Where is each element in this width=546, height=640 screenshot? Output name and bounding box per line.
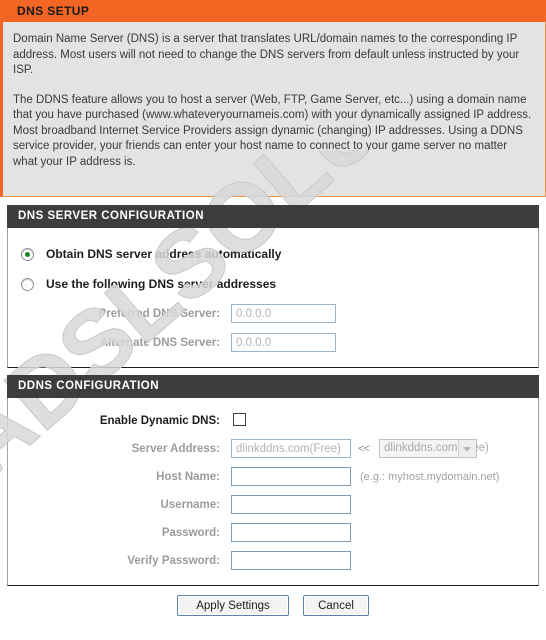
page-title: DNS SETUP xyxy=(17,4,90,18)
radio-row-obtain-automatically[interactable]: Obtain DNS server address automatically xyxy=(8,246,540,264)
chevron-down-icon xyxy=(458,440,476,457)
server-address-label: Server Address: xyxy=(131,443,220,455)
username-label: Username: xyxy=(160,499,220,511)
radio-obtain-dns-automatically[interactable] xyxy=(21,248,34,261)
preferred-dns-input[interactable] xyxy=(231,304,336,323)
dns-server-configuration-body: Obtain DNS server address automatically … xyxy=(7,228,539,368)
form-row-host-name: Host Name: (e.g.: myhost.mydomain.net) xyxy=(8,467,540,489)
form-row-verify-password: Verify Password: xyxy=(8,551,540,573)
form-row-server-address: Server Address: << dlinkddns.com(Free) xyxy=(8,439,540,461)
footer-actions: Apply Settings Cancel xyxy=(0,586,546,640)
password-label: Password: xyxy=(161,527,220,539)
radio-use-following-dns-addresses-label: Use the following DNS server addresses xyxy=(46,277,277,291)
enable-dynamic-dns-label: Enable Dynamic DNS: xyxy=(99,415,220,427)
apply-settings-button[interactable]: Apply Settings xyxy=(177,595,289,616)
radio-row-use-following[interactable]: Use the following DNS server addresses xyxy=(8,276,540,294)
host-name-input[interactable] xyxy=(231,467,351,486)
form-row-username: Username: xyxy=(8,495,540,517)
page-header-bar: DNS SETUP xyxy=(0,0,546,22)
description-paragraph-1: Domain Name Server (DNS) is a server tha… xyxy=(13,33,520,76)
host-name-hint: (e.g.: myhost.mydomain.net) xyxy=(360,471,500,483)
dns-server-configuration-title: DNS SERVER CONFIGURATION xyxy=(18,210,205,222)
verify-password-label: Verify Password: xyxy=(127,555,220,567)
radio-obtain-dns-automatically-label: Obtain DNS server address automatically xyxy=(46,247,282,261)
server-address-input[interactable] xyxy=(231,439,351,458)
form-row-enable-dynamic-dns: Enable Dynamic DNS: xyxy=(8,411,540,433)
radio-use-following-dns-addresses[interactable] xyxy=(21,278,34,291)
dns-setup-page: ADSLSOLUTIONS DNS SETUP Domain Name Serv… xyxy=(0,0,546,640)
alternate-dns-input[interactable] xyxy=(231,333,336,352)
description-panel: Domain Name Server (DNS) is a server tha… xyxy=(0,22,546,197)
server-address-select[interactable]: dlinkddns.com(Free) xyxy=(379,439,489,458)
form-row-preferred-dns: Preferred DNS Server: xyxy=(8,304,540,326)
cancel-button[interactable]: Cancel xyxy=(303,595,369,616)
alternate-dns-label: Alternate DNS Server: xyxy=(99,337,220,349)
server-address-copy-arrows[interactable]: << xyxy=(358,443,370,455)
ddns-configuration-header: DDNS CONFIGURATION xyxy=(7,375,539,398)
host-name-label: Host Name: xyxy=(156,471,220,483)
username-input[interactable] xyxy=(231,495,351,514)
password-input[interactable] xyxy=(231,523,351,542)
dns-server-configuration-header: DNS SERVER CONFIGURATION xyxy=(7,205,539,228)
ddns-configuration-body: Enable Dynamic DNS: Server Address: << d… xyxy=(7,398,539,586)
preferred-dns-label: Preferred DNS Server: xyxy=(98,308,220,320)
form-row-alternate-dns: Alternate DNS Server: xyxy=(8,333,540,355)
ddns-configuration-title: DDNS CONFIGURATION xyxy=(18,380,160,392)
form-row-password: Password: xyxy=(8,523,540,545)
enable-dynamic-dns-checkbox[interactable] xyxy=(233,413,246,426)
description-paragraph-2: The DDNS feature allows you to host a se… xyxy=(13,93,532,168)
verify-password-input[interactable] xyxy=(231,551,351,570)
